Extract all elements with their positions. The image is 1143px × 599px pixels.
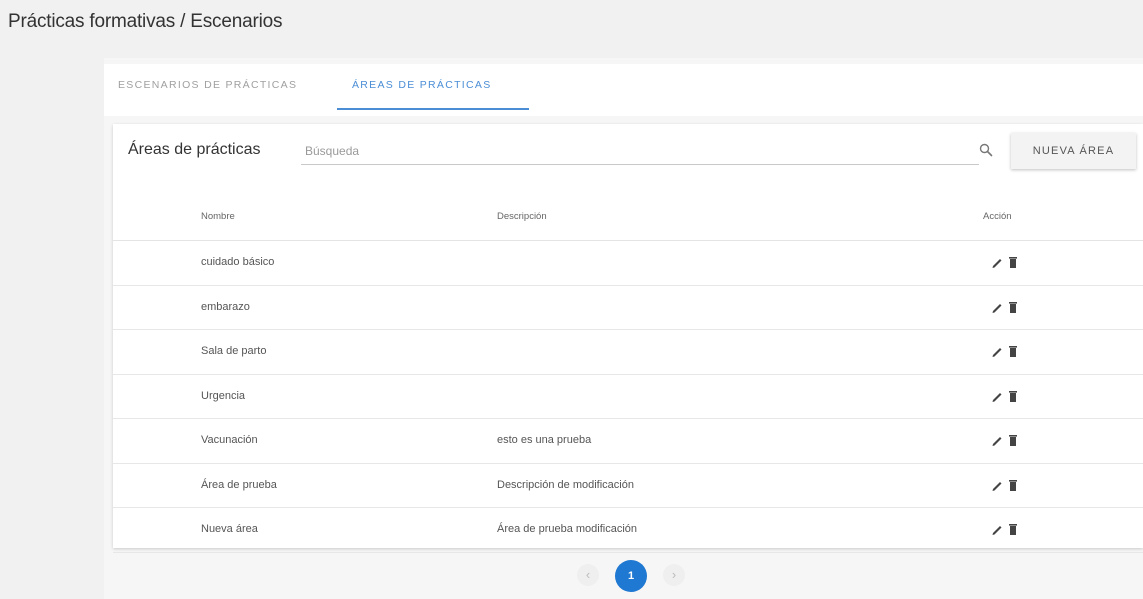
- table-row: Vacunación esto es una prueba: [113, 419, 1143, 464]
- table-row: cuidado básico: [113, 241, 1143, 286]
- row-actions: [991, 255, 1031, 269]
- table-body: cuidado básico embarazo Sala de parto Ur…: [113, 241, 1143, 553]
- chevron-right-icon[interactable]: ›: [663, 564, 685, 586]
- page-header: Prácticas formativas / Escenarios: [0, 0, 1143, 58]
- tabs-bar: ESCENARIOS DE PRÁCTICAS ÁREAS DE PRÁCTIC…: [104, 64, 1143, 116]
- row-description: Área de prueba modificación: [497, 523, 638, 535]
- pencil-icon[interactable]: [991, 389, 1003, 403]
- pencil-icon[interactable]: [991, 300, 1003, 314]
- table-row: Nueva área Área de prueba modificación: [113, 508, 1143, 553]
- row-name: Área de prueba: [201, 478, 277, 491]
- table-header: Nombre Descripción Acción: [113, 198, 1143, 241]
- row-name: Nueva área: [201, 523, 258, 535]
- column-header-name: Nombre: [201, 211, 235, 222]
- row-name: embarazo: [201, 300, 250, 313]
- trash-icon[interactable]: [1007, 344, 1019, 358]
- row-name: Vacunación: [201, 434, 258, 446]
- row-actions: [991, 522, 1031, 536]
- row-actions: [991, 478, 1031, 492]
- row-name: cuidado básico: [201, 256, 275, 268]
- column-header-description: Descripción: [497, 211, 547, 222]
- left-strip: [0, 58, 104, 599]
- trash-icon[interactable]: [1007, 433, 1019, 447]
- pencil-icon[interactable]: [991, 522, 1003, 536]
- trash-icon[interactable]: [1007, 255, 1019, 269]
- row-description: esto es una prueba: [497, 434, 592, 446]
- tab-areas-de-practicas[interactable]: ÁREAS DE PRÁCTICAS: [352, 79, 492, 91]
- row-name: Sala de parto: [201, 345, 267, 357]
- search-input[interactable]: [301, 138, 979, 165]
- areas-card: Áreas de prácticas NUEVA ÁREA Nombre Des…: [113, 124, 1143, 553]
- table-row: Área de prueba Descripción de modificaci…: [113, 464, 1143, 508]
- card-title: Áreas de prácticas: [128, 141, 261, 158]
- chevron-left-icon[interactable]: ‹: [577, 564, 599, 586]
- row-description: Descripción de modificación: [497, 478, 634, 491]
- row-actions: [991, 433, 1031, 447]
- table-row: Sala de parto: [113, 330, 1143, 375]
- pagination: ‹ 1 ›: [577, 560, 687, 592]
- row-actions: [991, 344, 1031, 358]
- pencil-icon[interactable]: [991, 255, 1003, 269]
- pencil-icon[interactable]: [991, 478, 1003, 492]
- trash-icon[interactable]: [1007, 478, 1019, 492]
- page-button-current[interactable]: 1: [615, 560, 647, 592]
- row-actions: [991, 389, 1031, 403]
- page-title: Prácticas formativas / Escenarios: [8, 11, 283, 32]
- tab-escenarios-de-practicas[interactable]: ESCENARIOS DE PRÁCTICAS: [118, 79, 297, 91]
- trash-icon[interactable]: [1007, 389, 1019, 403]
- column-header-action: Acción: [983, 211, 1012, 222]
- new-area-button[interactable]: NUEVA ÁREA: [1011, 133, 1136, 169]
- trash-icon[interactable]: [1007, 522, 1019, 536]
- row-name: Urgencia: [201, 389, 246, 402]
- pencil-icon[interactable]: [991, 344, 1003, 358]
- active-tab-indicator: [337, 108, 529, 110]
- pencil-icon[interactable]: [991, 433, 1003, 447]
- page: Prácticas formativas / Escenarios ESCENA…: [0, 0, 1143, 599]
- search-icon[interactable]: [979, 143, 993, 157]
- trash-icon[interactable]: [1007, 300, 1019, 314]
- row-actions: [991, 300, 1031, 314]
- table-row: Urgencia: [113, 375, 1143, 419]
- table-row: embarazo: [113, 286, 1143, 330]
